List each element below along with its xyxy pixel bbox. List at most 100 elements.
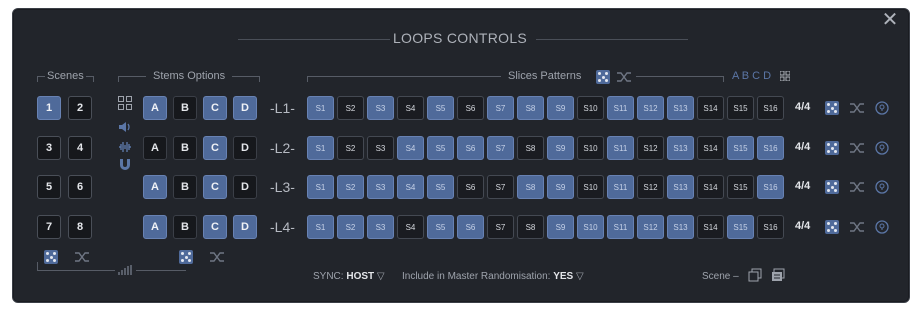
lane-2-slice-1-button[interactable]: S1 [307, 136, 334, 160]
randomise-control[interactable]: Include in Master Randomisation: YES ▽ [402, 271, 584, 282]
lane-1-dice-icon[interactable] [825, 101, 839, 115]
lane-4-slice-6-button[interactable]: S6 [457, 215, 484, 239]
lane-3-slice-5-button[interactable]: S5 [427, 175, 454, 199]
lane-4-slice-9-button[interactable]: S9 [547, 215, 574, 239]
lane-3-slice-11-button[interactable]: S11 [607, 175, 634, 199]
lane-2-dice-icon[interactable] [825, 141, 839, 155]
lane-3-shuffle-icon[interactable] [849, 180, 865, 194]
stems-dice-icon[interactable] [179, 250, 193, 264]
lane-1-slice-12-button[interactable]: S12 [637, 96, 664, 120]
lane-1-shuffle-icon[interactable] [849, 101, 865, 115]
lane-2-slice-11-button[interactable]: S11 [607, 136, 634, 160]
lane-4-slice-5-button[interactable]: S5 [427, 215, 454, 239]
lane-3-slice-3-button[interactable]: S3 [367, 175, 394, 199]
lane-4-slice-12-button[interactable]: S12 [637, 215, 664, 239]
scene-button-4[interactable]: 4 [68, 136, 92, 160]
lane-2-slice-12-button[interactable]: S12 [637, 136, 664, 160]
lane-3-time-signature[interactable]: 4/4 [795, 180, 810, 192]
lane-3-dice-icon[interactable] [825, 180, 839, 194]
lane-4-slice-15-button[interactable]: S15 [727, 215, 754, 239]
lane-4-slice-16-button[interactable]: S16 [757, 215, 784, 239]
randomise-dropdown-icon[interactable]: ▽ [576, 271, 584, 282]
scene-button-3[interactable]: 3 [37, 136, 61, 160]
lane-2-shuffle-icon[interactable] [849, 141, 865, 155]
lane-3-slice-13-button[interactable]: S13 [667, 175, 694, 199]
lane-4-shuffle-icon[interactable] [849, 220, 865, 234]
lane-4-stem-b-button[interactable]: B [173, 215, 197, 239]
magnet-icon[interactable] [118, 158, 132, 172]
scene-button-1[interactable]: 1 [37, 96, 61, 120]
lane-4-slice-4-button[interactable]: S4 [397, 215, 424, 239]
lane-1-stem-c-button[interactable]: C [203, 96, 227, 120]
lane-1-slice-15-button[interactable]: S15 [727, 96, 754, 120]
lane-1-slice-7-button[interactable]: S7 [487, 96, 514, 120]
lane-3-slice-1-button[interactable]: S1 [307, 175, 334, 199]
lane-4-slice-1-button[interactable]: S1 [307, 215, 334, 239]
lane-1-slice-10-button[interactable]: S10 [577, 96, 604, 120]
lane-3-slice-15-button[interactable]: S15 [727, 175, 754, 199]
paste-icon[interactable] [771, 268, 785, 282]
copy-icon[interactable] [748, 268, 762, 282]
sync-control[interactable]: SYNC: HOST ▽ [313, 271, 385, 282]
lane-1-stem-b-button[interactable]: B [173, 96, 197, 120]
lane-2-stem-d-button[interactable]: D [233, 136, 257, 160]
lane-1-slice-6-button[interactable]: S6 [457, 96, 484, 120]
scenes-dice-icon[interactable] [44, 250, 58, 264]
lane-1-slice-8-button[interactable]: S8 [517, 96, 544, 120]
lane-1-slice-14-button[interactable]: S14 [697, 96, 724, 120]
lane-3-stem-a-button[interactable]: A [143, 175, 167, 199]
lane-2-slice-6-button[interactable]: S6 [457, 136, 484, 160]
grid-icon[interactable] [118, 96, 132, 110]
scene-button-2[interactable]: 2 [68, 96, 92, 120]
lane-4-slice-8-button[interactable]: S8 [517, 215, 544, 239]
waveform-icon[interactable] [118, 140, 132, 154]
lane-4-slice-7-button[interactable]: S7 [487, 215, 514, 239]
lane-3-slice-9-button[interactable]: S9 [547, 175, 574, 199]
lane-3-slice-12-button[interactable]: S12 [637, 175, 664, 199]
stems-shuffle-icon[interactable] [209, 250, 225, 264]
scenes-shuffle-icon[interactable] [74, 250, 90, 264]
lane-1-stem-d-button[interactable]: D [233, 96, 257, 120]
lane-2-info-icon[interactable] [875, 141, 889, 155]
lane-3-slice-4-button[interactable]: S4 [397, 175, 424, 199]
lane-1-slice-13-button[interactable]: S13 [667, 96, 694, 120]
lane-2-slice-7-button[interactable]: S7 [487, 136, 514, 160]
lane-2-slice-8-button[interactable]: S8 [517, 136, 544, 160]
lane-4-stem-d-button[interactable]: D [233, 215, 257, 239]
lane-4-slice-2-button[interactable]: S2 [337, 215, 364, 239]
lane-1-stem-a-button[interactable]: A [143, 96, 167, 120]
lane-2-slice-9-button[interactable]: S9 [547, 136, 574, 160]
lane-4-slice-13-button[interactable]: S13 [667, 215, 694, 239]
lane-4-slice-14-button[interactable]: S14 [697, 215, 724, 239]
lane-2-slice-16-button[interactable]: S16 [757, 136, 784, 160]
lane-3-slice-10-button[interactable]: S10 [577, 175, 604, 199]
slices-dice-icon[interactable] [596, 70, 610, 84]
lane-3-info-icon[interactable] [875, 180, 889, 194]
sync-dropdown-icon[interactable]: ▽ [377, 271, 385, 282]
lane-3-slice-7-button[interactable]: S7 [487, 175, 514, 199]
lane-2-stem-b-button[interactable]: B [173, 136, 197, 160]
lane-2-slice-4-button[interactable]: S4 [397, 136, 424, 160]
lane-1-slice-1-button[interactable]: S1 [307, 96, 334, 120]
lane-3-stem-b-button[interactable]: B [173, 175, 197, 199]
lane-4-stem-c-button[interactable]: C [203, 215, 227, 239]
lane-1-slice-16-button[interactable]: S16 [757, 96, 784, 120]
lane-4-info-icon[interactable] [875, 220, 889, 234]
lane-2-stem-a-button[interactable]: A [143, 136, 167, 160]
lane-3-slice-2-button[interactable]: S2 [337, 175, 364, 199]
lane-3-stem-d-button[interactable]: D [233, 175, 257, 199]
lane-2-slice-2-button[interactable]: S2 [337, 136, 364, 160]
lane-2-slice-14-button[interactable]: S14 [697, 136, 724, 160]
lane-1-slice-4-button[interactable]: S4 [397, 96, 424, 120]
slices-shuffle-icon[interactable] [616, 70, 632, 84]
lane-2-slice-13-button[interactable]: S13 [667, 136, 694, 160]
lane-4-slice-11-button[interactable]: S11 [607, 215, 634, 239]
abcd-grid-icon[interactable] [780, 71, 790, 81]
lane-1-time-signature[interactable]: 4/4 [795, 101, 810, 113]
lane-2-slice-15-button[interactable]: S15 [727, 136, 754, 160]
scene-button-8[interactable]: 8 [68, 215, 92, 239]
lane-1-slice-2-button[interactable]: S2 [337, 96, 364, 120]
speaker-icon[interactable] [118, 120, 132, 134]
lane-1-slice-3-button[interactable]: S3 [367, 96, 394, 120]
lane-3-slice-6-button[interactable]: S6 [457, 175, 484, 199]
